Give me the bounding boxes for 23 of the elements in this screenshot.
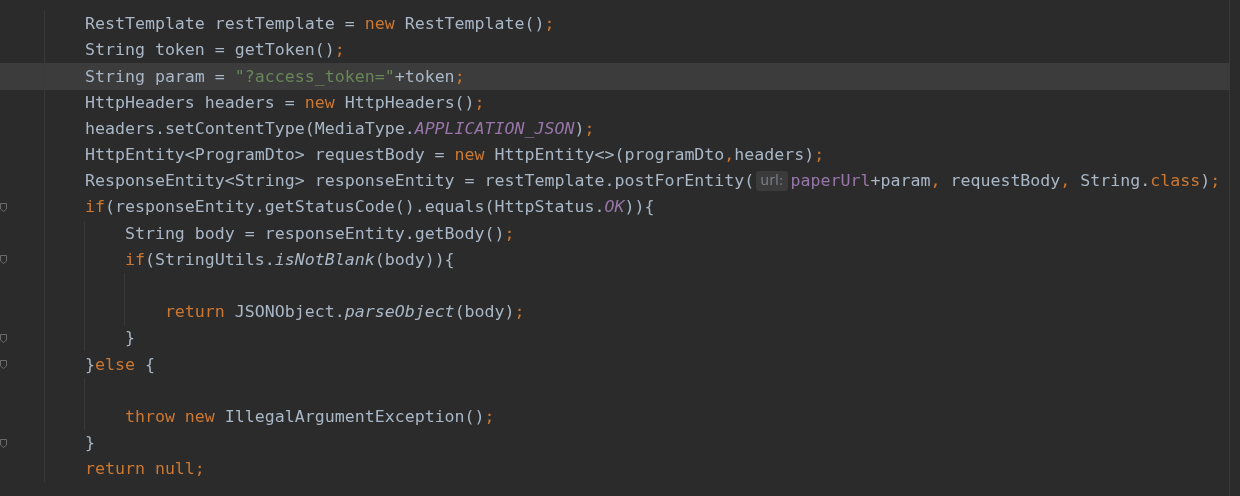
fold-icon[interactable]	[0, 360, 7, 370]
code-line: }else {	[84, 354, 155, 375]
code-line: ResponseEntity<String> responseEntity = restTemplate.postForEntity(	[84, 171, 755, 192]
code-line: RestTemplate restTemplate = new RestTemplate();	[84, 14, 555, 35]
parameter-hint: url:	[756, 171, 788, 191]
fold-icon[interactable]	[0, 255, 7, 265]
fold-icon[interactable]	[0, 438, 7, 448]
code-line: throw new IllegalArgumentException();	[124, 406, 495, 427]
code-line: }	[124, 328, 135, 349]
code-line: String token = getToken();	[84, 40, 345, 61]
code-line: return JSONObject.parseObject(body);	[164, 302, 525, 323]
code-line: if(StringUtils.isNotBlank(body)){	[124, 249, 455, 270]
code-line: return null;	[84, 459, 205, 480]
code-line: String param = "?access_token="+token;	[84, 66, 465, 87]
fold-icon[interactable]	[0, 202, 7, 212]
code-line: }	[84, 433, 95, 454]
code-line: if(responseEntity.getStatusCode().equals(HttpStatus.OK)){	[84, 197, 655, 218]
code-line: headers.setContentType(MediaType.APPLICATION_JSON);	[84, 118, 595, 139]
fold-icon[interactable]	[0, 333, 7, 343]
code-line: HttpHeaders headers = new HttpHeaders();	[84, 92, 485, 113]
code-line: paperUrl+param, requestBody, String.class);	[790, 171, 1221, 192]
code-line: HttpEntity<ProgramDto> requestBody = new HttpEntity<>(programDto,headers);	[84, 145, 825, 165]
code-line: String body = responseEntity.getBody();	[124, 223, 515, 244]
